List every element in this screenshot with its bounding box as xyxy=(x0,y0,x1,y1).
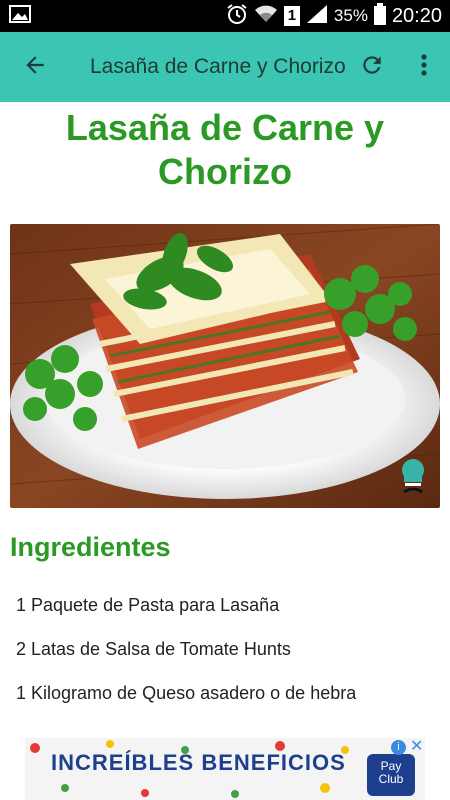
back-button[interactable] xyxy=(0,32,70,102)
battery-icon xyxy=(373,3,386,29)
ingredient-item: 1 Paquete de Pasta para Lasaña xyxy=(16,595,280,615)
ad-logo: Pay Club xyxy=(367,754,415,796)
recipe-title: Lasaña de Carne y Chorizo xyxy=(65,107,385,192)
info-icon[interactable]: i xyxy=(391,740,406,755)
more-vert-icon xyxy=(420,53,428,81)
ingredients-list: 1 Paquete de Pasta para Lasaña 2 Latas d… xyxy=(16,592,356,724)
ad-text: INCREÍBLES BENEFICIOS xyxy=(51,750,346,775)
sim-icon: 1 xyxy=(283,6,300,26)
close-icon[interactable]: ✕ xyxy=(410,739,423,755)
alarm-icon xyxy=(226,3,248,29)
recipe-content[interactable]: Lasaña de Carne y Chorizo Ingredientes 1… xyxy=(0,102,450,728)
overflow-menu-button[interactable] xyxy=(398,32,450,102)
app-toolbar: Lasaña de Carne y Chorizo xyxy=(0,32,450,102)
ingredients-heading: Ingredientes xyxy=(10,532,171,562)
toolbar-title: Lasaña de Carne y Chorizo xyxy=(90,55,346,78)
signal-icon xyxy=(306,4,328,28)
image-icon xyxy=(9,5,31,27)
recipe-photo xyxy=(10,224,440,508)
clock: 20:20 xyxy=(391,4,442,27)
ad-banner[interactable]: INCREÍBLES BENEFICIOS Pay Club i ✕ xyxy=(25,738,425,800)
wifi-icon xyxy=(254,4,278,28)
arrow-back-icon xyxy=(22,52,48,82)
refresh-icon xyxy=(359,52,385,82)
refresh-button[interactable] xyxy=(346,32,398,102)
ingredient-item: 1 Kilogramo de Queso asadero o de hebra xyxy=(16,683,357,703)
status-bar: 1 35% 20:20 xyxy=(0,0,450,32)
ingredient-item: 2 Latas de Salsa de Tomate Hunts xyxy=(16,639,291,659)
battery-percent: 35% xyxy=(333,6,368,25)
